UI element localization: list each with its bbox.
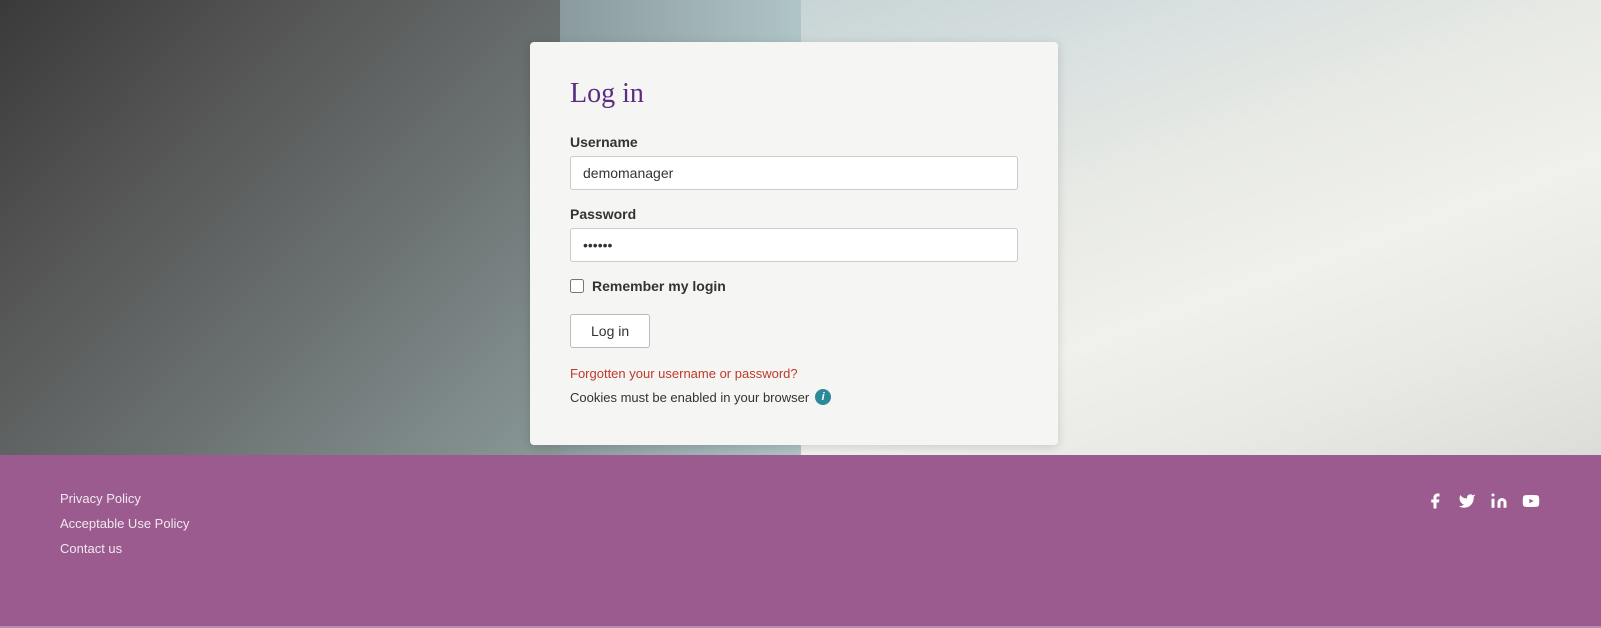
login-card: Log in Username Password Remember my log… — [530, 42, 1058, 445]
username-input[interactable] — [570, 156, 1018, 190]
password-input[interactable] — [570, 228, 1018, 262]
facebook-icon[interactable] — [1425, 491, 1445, 511]
password-label: Password — [570, 206, 1018, 222]
remember-row: Remember my login — [570, 278, 1018, 294]
forgot-password-link[interactable]: Forgotten your username or password? — [570, 366, 1018, 381]
cookies-info-icon[interactable]: i — [815, 389, 831, 405]
twitter-icon[interactable] — [1457, 491, 1477, 511]
footer-link-contact[interactable]: Contact us — [60, 541, 189, 556]
login-button[interactable]: Log in — [570, 314, 650, 348]
username-label: Username — [570, 134, 1018, 150]
password-group: Password — [570, 206, 1018, 262]
page-wrapper: Log in Username Password Remember my log… — [0, 0, 1601, 628]
remember-label: Remember my login — [592, 278, 726, 294]
footer-link-acceptable-use[interactable]: Acceptable Use Policy — [60, 516, 189, 531]
footer-links: Privacy Policy Acceptable Use Policy Con… — [60, 491, 189, 556]
linkedin-icon[interactable] — [1489, 491, 1509, 511]
hero-background: Log in Username Password Remember my log… — [0, 0, 1601, 455]
login-title: Log in — [570, 78, 1018, 110]
remember-checkbox[interactable] — [570, 279, 584, 293]
cookies-row: Cookies must be enabled in your browser … — [570, 389, 1018, 405]
username-group: Username — [570, 134, 1018, 190]
footer-link-privacy[interactable]: Privacy Policy — [60, 491, 189, 506]
cookies-message: Cookies must be enabled in your browser — [570, 390, 809, 405]
footer: Privacy Policy Acceptable Use Policy Con… — [0, 455, 1601, 628]
youtube-icon[interactable] — [1521, 491, 1541, 511]
footer-social — [1425, 491, 1541, 511]
